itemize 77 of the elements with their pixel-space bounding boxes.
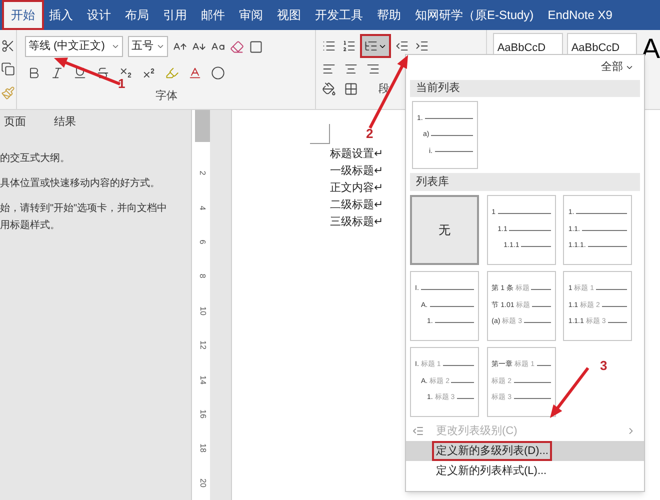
group-label: 段: [378, 82, 390, 97]
ruler-number: 20: [198, 478, 208, 488]
italic-icon[interactable]: [50, 66, 64, 80]
annotation-number: 2: [366, 125, 374, 143]
increase-indent-icon[interactable]: [415, 39, 430, 53]
scissors-icon[interactable]: [1, 38, 16, 53]
ribbon-tab[interactable]: 开发工具: [308, 2, 370, 28]
dropdown-icon: [156, 42, 166, 51]
eraser-icon[interactable]: [230, 40, 244, 54]
ribbon-tab[interactable]: 邮件: [194, 2, 232, 28]
annotation-number: 3: [600, 357, 608, 375]
help-text: 具体位置或快速移动内容的好方式。: [0, 176, 161, 190]
align-right-icon[interactable]: [366, 62, 380, 76]
navigation-tab[interactable]: 页面: [4, 114, 26, 130]
ribbon-tab[interactable]: EndNote X9: [540, 2, 620, 28]
help-text: 用标题样式。: [0, 218, 61, 232]
ruler-number: 4: [198, 205, 208, 210]
multilevel-list-button[interactable]: [362, 36, 390, 56]
list-style-thumbnail[interactable]: 无: [410, 195, 479, 265]
character-border-icon[interactable]: [249, 40, 264, 54]
group-label: 字体: [155, 88, 178, 104]
strikethrough-icon[interactable]: [96, 66, 110, 80]
ribbon-tab[interactable]: 帮助: [370, 2, 408, 28]
enclose-character-icon[interactable]: [211, 66, 226, 80]
numbered-list-icon[interactable]: [342, 39, 356, 53]
menu-item[interactable]: 定义新的多级列表(D)...: [406, 441, 644, 461]
ribbon-tab[interactable]: 引用: [156, 2, 194, 28]
ruler-number: 6: [198, 240, 208, 244]
document-line: 标题设置↵: [330, 147, 383, 162]
font-color-icon[interactable]: [188, 66, 202, 80]
ribbon-tab[interactable]: 审阅: [232, 2, 270, 28]
ruler-margin: [195, 110, 210, 142]
font-size-field[interactable]: 五号: [128, 36, 168, 57]
font-name-value: 等线 (中文正文): [28, 38, 105, 54]
annotation-number: 1: [118, 75, 126, 93]
document-line: 正文内容↵: [330, 180, 383, 196]
ruler-number: 8: [198, 274, 208, 279]
ribbon-tab[interactable]: 设计: [80, 2, 118, 28]
filter-dropdown[interactable]: 全部: [601, 59, 634, 76]
align-left-icon[interactable]: [322, 62, 336, 76]
decrease-indent-icon[interactable]: [395, 39, 410, 53]
ribbon-tab[interactable]: 布局: [118, 2, 156, 28]
superscript-icon[interactable]: [142, 66, 156, 80]
shading-icon[interactable]: [322, 82, 336, 96]
font-size-value: 五号: [131, 39, 154, 54]
ribbon-tab[interactable]: 视图: [270, 2, 308, 28]
multilevel-list-icon: [364, 39, 378, 53]
menu-item[interactable]: 定义新的列表样式(L)...: [406, 461, 644, 481]
margin-corner-mark: [310, 124, 330, 144]
dropdown-icon: [111, 42, 120, 51]
copy-icon[interactable]: [1, 62, 16, 76]
borders-icon[interactable]: [344, 82, 358, 96]
document-line: 三级标题↵: [330, 215, 383, 230]
section-header: 当前列表: [410, 80, 640, 98]
ruler-number: 16: [198, 410, 208, 418]
ribbon-tab[interactable]: 知网研学（原E-Study): [408, 2, 541, 28]
annotation-arrow: [550, 367, 590, 418]
ruler-number: 12: [198, 340, 208, 350]
ruler-number: 18: [198, 444, 208, 453]
help-text: 始，请转到"开始"选项卡，并向文档中: [0, 202, 168, 216]
ruler-number: 14: [198, 375, 208, 384]
none-label: 无: [438, 222, 450, 239]
subscript-icon[interactable]: [119, 66, 134, 80]
indent-icon: [412, 425, 424, 437]
ribbon-tab[interactable]: 开始: [4, 2, 42, 28]
navigation-tab[interactable]: 结果: [54, 114, 76, 130]
document-line: 二级标题↵: [330, 198, 383, 213]
underline-icon[interactable]: [73, 66, 88, 80]
align-center-icon[interactable]: [344, 62, 358, 76]
ruler-number: 10: [198, 306, 208, 316]
help-text: 的交互式大纲。: [0, 152, 71, 166]
ribbon-tab[interactable]: 插入: [42, 2, 80, 28]
bold-icon[interactable]: [27, 66, 42, 80]
section-header: 列表库: [410, 173, 640, 191]
font-name-field[interactable]: 等线 (中文正文): [25, 36, 124, 57]
document-line: 一级标题↵: [330, 164, 383, 179]
ruler-number: 2: [198, 171, 208, 176]
